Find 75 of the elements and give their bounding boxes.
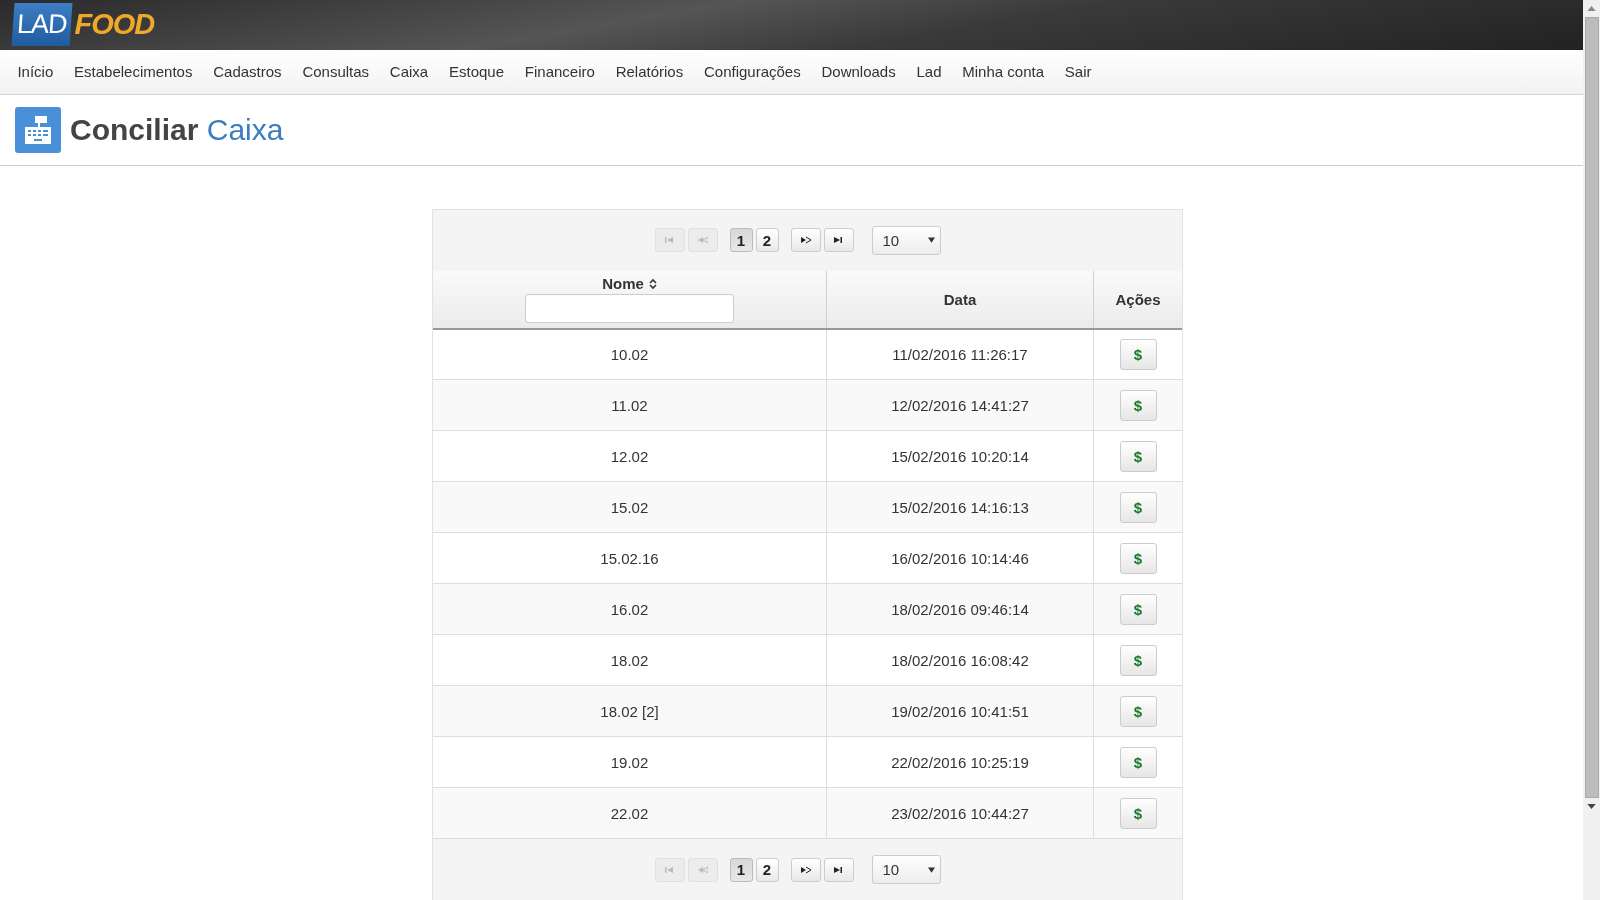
next-page-icon xyxy=(800,236,811,244)
menu-item[interactable]: Relatórios xyxy=(605,63,694,81)
previous-page-icon xyxy=(697,865,708,874)
table-cell: 11/02/2016 11:26:17 xyxy=(826,328,1094,380)
page-button[interactable]: 2 xyxy=(755,857,779,882)
reconcile-button[interactable]: $ xyxy=(1119,644,1157,676)
menu-item[interactable]: Estoque xyxy=(438,63,515,81)
table-cell: 18/02/2016 16:08:42 xyxy=(826,634,1094,686)
reconcile-button[interactable]: $ xyxy=(1119,593,1157,625)
menu-item[interactable]: Cadastros xyxy=(202,63,292,81)
caret-icon xyxy=(927,866,935,873)
scroll-down-icon[interactable] xyxy=(1587,804,1596,809)
page-button[interactable]: 1 xyxy=(729,228,753,252)
page-title: Conciliar Caixa xyxy=(70,112,284,147)
table-cell: 23/02/2016 10:44:27 xyxy=(826,787,1094,839)
menu-item[interactable]: Configurações xyxy=(693,63,812,81)
cash-register-icon xyxy=(15,106,61,153)
table-cell: 18.02 xyxy=(433,634,827,686)
page-button[interactable]: 2 xyxy=(755,228,779,252)
menu-item[interactable]: Início xyxy=(7,63,64,81)
last-page-button[interactable] xyxy=(823,857,854,882)
scrollbar-thumb[interactable] xyxy=(1584,17,1599,798)
menu-item[interactable]: Financeiro xyxy=(514,63,606,81)
logo[interactable]: LAD FOOD xyxy=(13,2,155,47)
last-page-icon xyxy=(833,236,844,244)
menu-item[interactable]: Estabelecimentos xyxy=(63,63,203,81)
column-header: Ações xyxy=(1115,290,1161,308)
table-cell: 19.02 xyxy=(433,736,827,788)
next-page-button[interactable] xyxy=(790,228,821,252)
last-page-button[interactable] xyxy=(823,228,854,252)
table-cell: 12.02 xyxy=(433,430,827,482)
table-cell: 16/02/2016 10:14:46 xyxy=(826,532,1094,584)
scroll-up-icon[interactable] xyxy=(1587,6,1596,11)
first-page-icon xyxy=(664,236,675,244)
reconcile-button[interactable]: $ xyxy=(1119,746,1157,778)
menu-item[interactable]: Sair xyxy=(1054,63,1102,81)
next-page-button[interactable] xyxy=(790,857,821,882)
table-cell: 10.02 xyxy=(433,328,827,380)
table-cell: 11.02 xyxy=(433,379,827,431)
caret-icon xyxy=(927,237,935,243)
sort-icon[interactable] xyxy=(648,277,657,290)
reconcile-button[interactable]: $ xyxy=(1119,440,1157,472)
table-cell: 15/02/2016 10:20:14 xyxy=(826,430,1094,482)
menu-item[interactable]: Downloads xyxy=(811,63,907,81)
scrollbar[interactable] xyxy=(1583,0,1600,900)
reconcile-button[interactable]: $ xyxy=(1119,338,1157,370)
table-cell: 16.02 xyxy=(433,583,827,635)
table-cell: 12/02/2016 14:41:27 xyxy=(826,379,1094,431)
table-cell: 18.02 [2] xyxy=(433,685,827,737)
reconcile-button[interactable]: $ xyxy=(1119,797,1157,829)
page-button[interactable]: 1 xyxy=(729,857,753,882)
menu-item[interactable]: Minha conta xyxy=(951,63,1055,81)
filter-field[interactable] xyxy=(525,294,734,323)
reconcile-button[interactable]: $ xyxy=(1119,389,1157,421)
menu-item[interactable]: Lad xyxy=(906,63,952,81)
next-page-icon xyxy=(800,865,811,874)
reconcile-button[interactable]: $ xyxy=(1119,695,1157,727)
previous-page-icon xyxy=(697,236,708,244)
reconcile-button[interactable]: $ xyxy=(1119,491,1157,523)
table-cell: 15.02.16 xyxy=(433,532,827,584)
table-cell: 22.02 xyxy=(433,787,827,839)
table-cell: 22/02/2016 10:25:19 xyxy=(826,736,1094,788)
table-cell: 18/02/2016 09:46:14 xyxy=(826,583,1094,635)
page-size-dropdown[interactable]: 10 xyxy=(871,855,941,884)
menu-item[interactable]: Consultas xyxy=(292,63,380,81)
table-cell: 15/02/2016 14:16:13 xyxy=(826,481,1094,533)
column-header[interactable]: Nome xyxy=(602,275,644,292)
page-size-dropdown[interactable]: 10 xyxy=(871,225,941,255)
table-cell: 19/02/2016 10:41:51 xyxy=(826,685,1094,737)
menu-item[interactable]: Caixa xyxy=(379,63,439,81)
reconcile-button[interactable]: $ xyxy=(1119,542,1157,574)
first-page-icon xyxy=(664,865,675,874)
last-page-icon xyxy=(833,865,844,874)
column-header: Data xyxy=(943,290,977,308)
table-cell: 15.02 xyxy=(433,481,827,533)
